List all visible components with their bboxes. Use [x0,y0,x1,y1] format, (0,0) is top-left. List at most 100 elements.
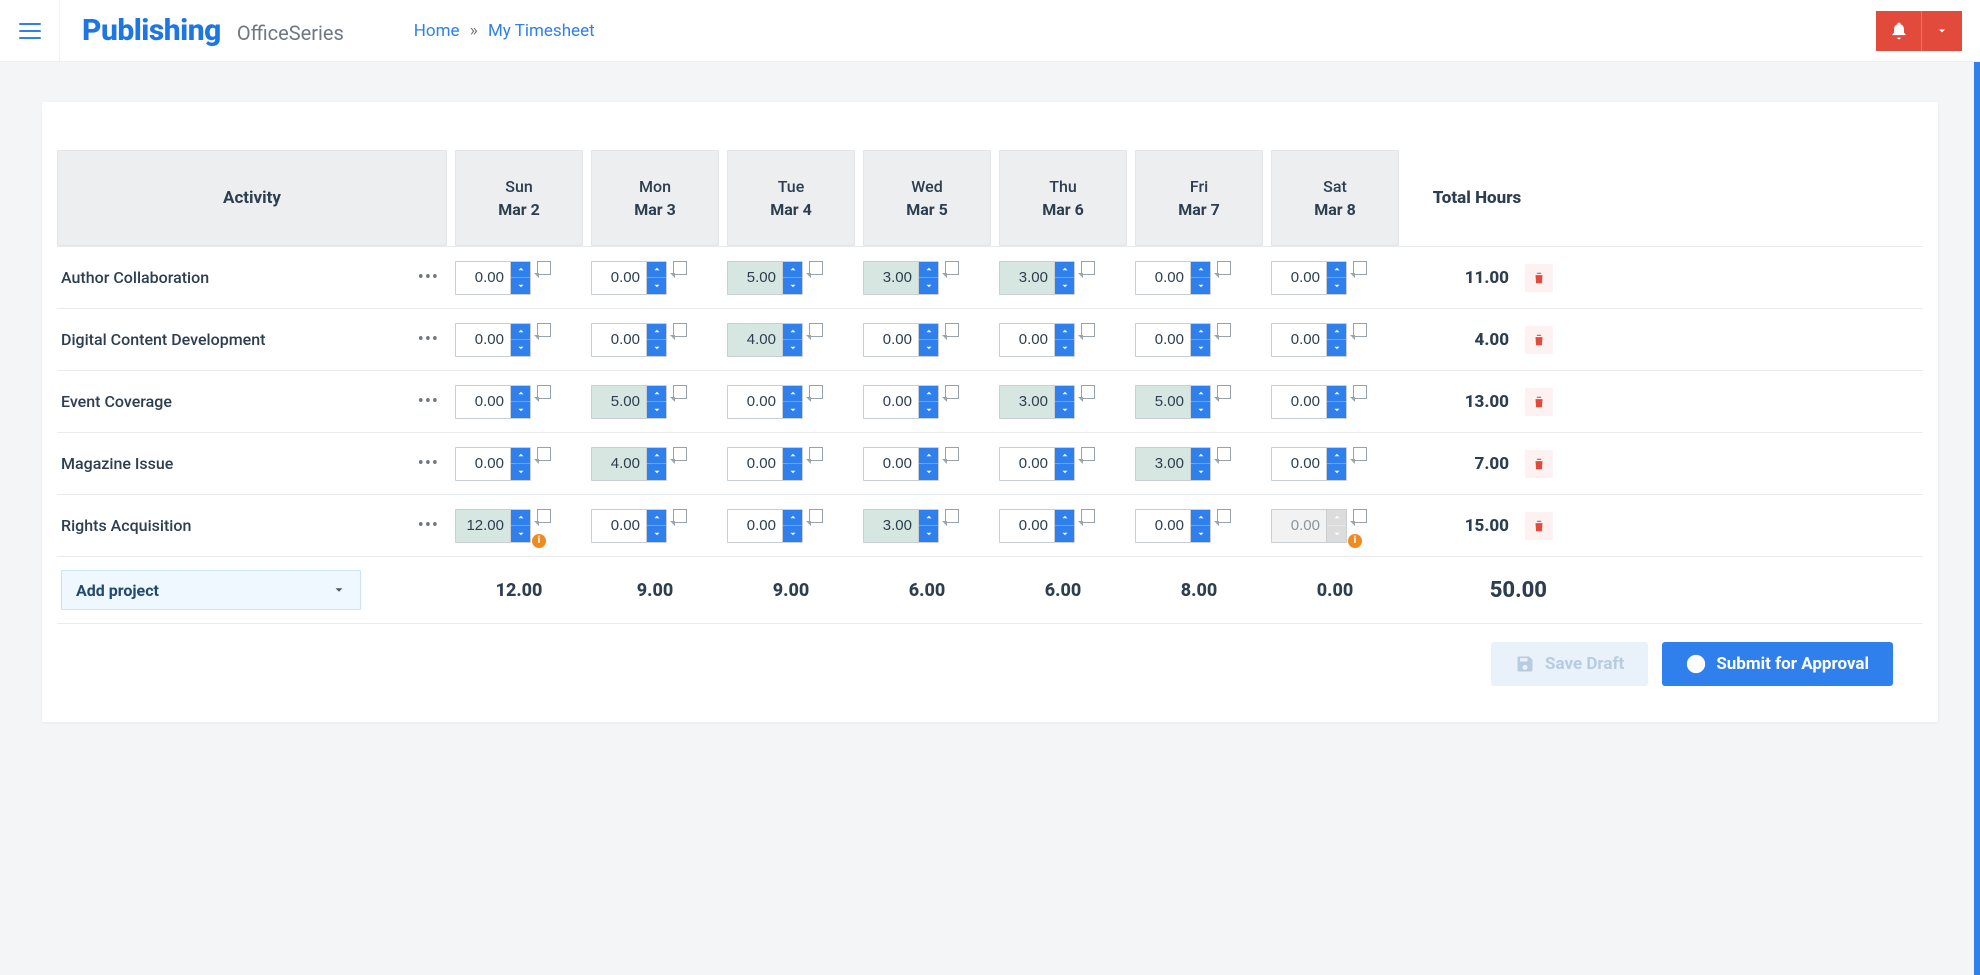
note-icon[interactable] [1353,447,1367,461]
hour-input[interactable] [1272,262,1326,294]
note-icon[interactable] [1217,447,1231,461]
hour-increment-button[interactable] [1055,448,1074,465]
hour-input[interactable] [728,386,782,418]
note-icon[interactable] [1081,447,1095,461]
hour-input[interactable] [592,324,646,356]
hour-input[interactable] [1136,448,1190,480]
hour-input[interactable] [864,510,918,542]
hour-increment-button[interactable] [1327,324,1346,341]
note-icon[interactable] [809,509,823,523]
hour-decrement-button[interactable] [919,340,938,356]
hour-input[interactable] [728,510,782,542]
note-icon[interactable] [537,261,551,275]
hour-input[interactable] [864,324,918,356]
hour-decrement-button[interactable] [1191,402,1210,418]
delete-row-button[interactable] [1525,388,1553,416]
note-icon[interactable] [673,385,687,399]
hour-input[interactable] [1272,324,1326,356]
hour-increment-button[interactable] [1327,262,1346,279]
hour-input[interactable] [456,448,510,480]
row-actions-button[interactable]: ••• [418,267,439,288]
hour-increment-button[interactable] [1327,510,1346,527]
scroll-indicator[interactable] [1974,62,1980,975]
breadcrumb-home[interactable]: Home [414,21,460,41]
note-icon[interactable] [673,323,687,337]
note-icon[interactable] [945,261,959,275]
note-icon[interactable] [673,509,687,523]
save-draft-button[interactable]: Save Draft [1491,642,1648,686]
hour-input[interactable] [1136,386,1190,418]
hour-input[interactable] [592,448,646,480]
hour-decrement-button[interactable] [1191,464,1210,480]
hour-input[interactable] [864,448,918,480]
hour-decrement-button[interactable] [511,340,530,356]
hour-decrement-button[interactable] [1327,340,1346,356]
hour-input[interactable] [1000,510,1054,542]
hour-increment-button[interactable] [783,510,802,527]
hour-decrement-button[interactable] [1055,464,1074,480]
hour-input[interactable] [592,510,646,542]
hour-input[interactable] [1000,324,1054,356]
note-icon[interactable] [945,509,959,523]
note-icon[interactable] [673,447,687,461]
hour-decrement-button[interactable] [647,340,666,356]
hour-input[interactable] [456,386,510,418]
hour-decrement-button[interactable] [1055,278,1074,294]
add-project-button[interactable]: Add project [61,570,361,610]
hour-decrement-button[interactable] [919,526,938,542]
hour-input[interactable] [1136,510,1190,542]
note-icon[interactable] [673,261,687,275]
hour-input[interactable] [728,448,782,480]
hour-decrement-button[interactable] [1191,340,1210,356]
notifications-dropdown-button[interactable] [1922,11,1962,51]
note-icon[interactable] [1353,323,1367,337]
hour-input[interactable] [1000,262,1054,294]
note-icon[interactable] [1081,509,1095,523]
hour-increment-button[interactable] [647,510,666,527]
hour-increment-button[interactable] [1055,324,1074,341]
delete-row-button[interactable] [1525,512,1553,540]
notifications-button[interactable] [1876,11,1922,51]
hour-decrement-button[interactable] [511,402,530,418]
note-icon[interactable] [809,261,823,275]
note-icon[interactable] [809,385,823,399]
row-actions-button[interactable]: ••• [418,453,439,474]
note-icon[interactable] [1217,509,1231,523]
note-icon[interactable] [1081,261,1095,275]
hour-decrement-button[interactable] [1327,464,1346,480]
delete-row-button[interactable] [1525,264,1553,292]
hour-increment-button[interactable] [1191,510,1210,527]
hour-increment-button[interactable] [1191,386,1210,403]
hour-increment-button[interactable] [511,386,530,403]
hour-increment-button[interactable] [783,262,802,279]
note-icon[interactable] [537,509,551,523]
note-icon[interactable] [537,447,551,461]
hour-decrement-button[interactable] [1327,526,1346,542]
hour-input[interactable] [456,324,510,356]
note-icon[interactable] [809,323,823,337]
hour-decrement-button[interactable] [919,278,938,294]
note-icon[interactable] [809,447,823,461]
hour-increment-button[interactable] [783,324,802,341]
hour-decrement-button[interactable] [1191,278,1210,294]
hour-decrement-button[interactable] [1327,402,1346,418]
hour-input[interactable] [1272,510,1326,542]
note-icon[interactable] [945,447,959,461]
hour-decrement-button[interactable] [1055,526,1074,542]
hour-increment-button[interactable] [783,448,802,465]
note-icon[interactable] [1353,261,1367,275]
hour-input[interactable] [456,262,510,294]
hour-decrement-button[interactable] [511,278,530,294]
submit-approval-button[interactable]: Submit for Approval [1662,642,1893,686]
hour-input[interactable] [864,386,918,418]
hour-decrement-button[interactable] [1191,526,1210,542]
hour-increment-button[interactable] [1191,324,1210,341]
hour-decrement-button[interactable] [783,464,802,480]
note-icon[interactable] [1353,385,1367,399]
row-actions-button[interactable]: ••• [418,329,439,350]
hour-decrement-button[interactable] [919,464,938,480]
hour-decrement-button[interactable] [1055,402,1074,418]
hour-decrement-button[interactable] [647,526,666,542]
hour-decrement-button[interactable] [783,278,802,294]
hour-input[interactable] [1272,448,1326,480]
